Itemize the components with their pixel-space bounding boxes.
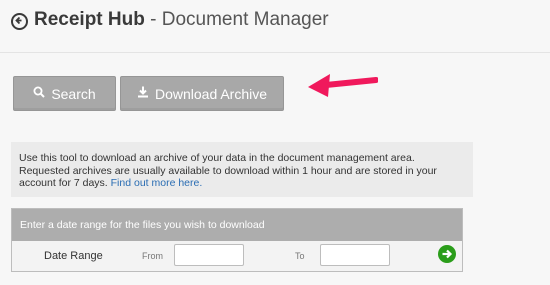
find-out-more-link[interactable]: Find out more here. bbox=[111, 177, 203, 189]
info-box: Use this tool to download an archive of … bbox=[11, 142, 473, 197]
download-button-label: Download Archive bbox=[154, 86, 268, 102]
page-header: Receipt Hub - Document Manager bbox=[0, 0, 550, 53]
date-range-label: Date Range bbox=[44, 250, 103, 262]
pointer-arrow-icon bbox=[308, 74, 378, 97]
from-label: From bbox=[142, 251, 163, 261]
to-label: To bbox=[295, 251, 305, 261]
app-name: Receipt Hub bbox=[34, 9, 145, 30]
search-button-label: Search bbox=[51, 86, 96, 102]
page-title: Receipt Hub - Document Manager bbox=[34, 9, 329, 31]
download-archive-button[interactable]: Download Archive bbox=[120, 76, 284, 111]
to-date-input[interactable] bbox=[320, 244, 390, 266]
go-button[interactable] bbox=[438, 245, 456, 263]
info-text: Use this tool to download an archive of … bbox=[19, 152, 437, 189]
section-name: Document Manager bbox=[161, 9, 329, 30]
search-icon bbox=[33, 76, 46, 111]
download-icon bbox=[137, 76, 149, 111]
date-range-heading: Enter a date range for the files you wis… bbox=[12, 209, 462, 241]
back-icon[interactable] bbox=[11, 13, 28, 30]
title-separator: - bbox=[150, 9, 157, 30]
from-date-input[interactable] bbox=[174, 244, 244, 266]
date-range-row: Date Range From To bbox=[12, 241, 462, 272]
arrow-right-icon bbox=[442, 249, 453, 259]
search-button[interactable]: Search bbox=[13, 76, 116, 111]
date-range-panel: Enter a date range for the files you wis… bbox=[11, 208, 463, 272]
